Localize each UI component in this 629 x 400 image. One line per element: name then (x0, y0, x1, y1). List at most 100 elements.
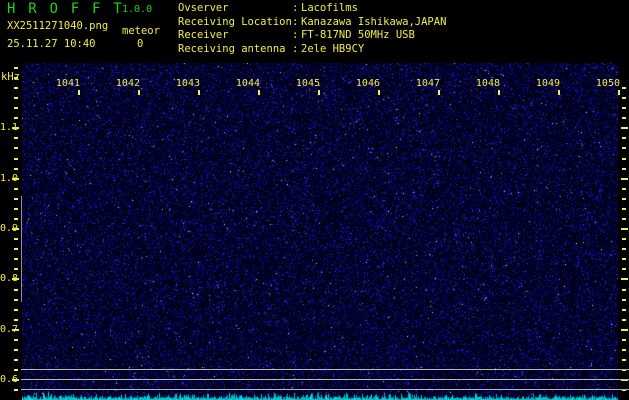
signal-marker-line (21, 196, 22, 302)
y-tick-mark (622, 147, 626, 150)
y-tick-mark (14, 137, 18, 140)
y-tick-mark (622, 258, 626, 261)
y-tick-mark (14, 157, 18, 160)
x-tick-mark (198, 90, 200, 95)
receiver-row: Receiver: FT-817ND 50MHz USB (178, 29, 446, 43)
y-tick-mark (14, 288, 18, 291)
y-tick-mark (621, 328, 628, 331)
x-tick-label: 1042 (115, 78, 140, 89)
x-tick-mark (618, 90, 620, 95)
x-tick-mark (138, 90, 140, 95)
x-tick-label: 1043 (175, 78, 200, 89)
y-tick-mark (14, 349, 18, 352)
y-tick-label: 0.6 (0, 374, 19, 386)
y-tick-label: 0.7 (0, 323, 19, 335)
y-tick-mark (621, 228, 628, 231)
x-tick-label: 1045 (295, 78, 320, 89)
x-tick-mark (78, 90, 80, 95)
y-tick-mark (14, 308, 18, 311)
y-tick-mark (621, 278, 628, 281)
y-tick-mark (622, 238, 626, 241)
x-tick-label: 1050 (595, 78, 620, 89)
y-tick-mark (621, 177, 628, 180)
y-tick-mark (622, 157, 626, 160)
x-tick-label: 1046 (355, 78, 380, 89)
reference-line (21, 389, 629, 390)
info-colon: : (292, 42, 299, 55)
y-tick-mark (14, 359, 18, 362)
x-tick-mark (558, 90, 560, 95)
reference-line (21, 369, 629, 370)
x-tick-label: 1044 (235, 78, 260, 89)
antenna-row: Receiving antenna:2ele HB9CY (178, 43, 446, 57)
x-tick-mark (438, 90, 440, 95)
datetime-label: 25.11.27 10:40 (7, 38, 96, 50)
y-tick-mark (14, 389, 18, 392)
x-tick-label: 1048 (475, 78, 500, 89)
y-tick-mark (622, 117, 626, 120)
info-colon: : (292, 15, 299, 28)
y-tick-mark (14, 167, 18, 170)
y-tick-mark (14, 66, 18, 69)
x-tick-mark (378, 90, 380, 95)
x-tick-mark (318, 90, 320, 95)
receiver-label: Receiver (178, 29, 229, 42)
y-tick-mark (14, 268, 18, 271)
spectrogram-canvas (22, 63, 618, 400)
location-label: Receiving Location (178, 15, 292, 28)
echo-count: 0 (137, 38, 144, 50)
y-tick-mark (622, 137, 626, 140)
observer-row: Ovserver: Lacofilms (178, 2, 446, 16)
mode-label: meteor (122, 25, 160, 37)
y-tick-mark (622, 197, 626, 200)
y-tick-mark (14, 207, 18, 210)
y-tick-label: 0.8 (0, 273, 19, 285)
y-tick-mark (622, 86, 626, 89)
y-tick-mark (622, 308, 626, 311)
reference-line (21, 379, 629, 380)
y-tick-mark (622, 248, 626, 251)
location-value: Kanazawa Ishikawa,JAPAN (301, 15, 447, 28)
output-filename: XX2511271040.png (7, 20, 109, 32)
info-colon: : (292, 2, 299, 14)
y-tick-mark (622, 218, 626, 220)
y-tick-label: 1.1 (0, 122, 19, 134)
y-tick-mark (622, 298, 626, 301)
y-tick-mark (14, 97, 18, 100)
y-tick-mark (622, 288, 626, 291)
y-tick-mark (14, 258, 18, 261)
y-tick-mark (14, 147, 18, 150)
antenna-value: 2ele HB9CY (301, 42, 365, 55)
y-tick-mark (622, 349, 626, 352)
y-tick-mark (622, 318, 626, 321)
y-tick-mark (14, 298, 18, 301)
x-tick-label: 1041 (55, 78, 80, 89)
y-tick-mark (14, 76, 18, 79)
y-tick-mark (622, 107, 626, 110)
x-tick-mark (498, 90, 500, 95)
location-row: Receiving Location: Kanazawa Ishikawa,JAP… (178, 16, 446, 30)
y-tick-mark (622, 187, 626, 190)
y-tick-mark (14, 86, 18, 89)
y-tick-mark (14, 117, 18, 120)
station-info: Ovserver: Lacofilms Receiving Location: Ka… (178, 2, 446, 56)
x-tick-mark (258, 90, 260, 95)
y-tick-mark (622, 207, 626, 210)
receiver-value: FT-817ND 50MHz USB (301, 29, 415, 42)
observer-label: Ovserver (178, 2, 229, 14)
x-tick-label: 1047 (415, 78, 440, 89)
info-colon: : (292, 29, 299, 42)
antenna-label: Receiving antenna (178, 42, 286, 55)
y-tick-mark (622, 359, 626, 362)
y-tick-mark (622, 167, 626, 170)
y-tick-mark (14, 187, 18, 190)
x-tick-label: 1049 (535, 78, 560, 89)
y-tick-mark (14, 248, 18, 251)
y-tick-mark (622, 338, 626, 341)
y-tick-mark (622, 97, 626, 100)
y-tick-mark (14, 197, 18, 200)
y-tick-mark (14, 218, 18, 220)
app-title: H R O F F T (7, 1, 124, 17)
y-tick-label: 1.0 (0, 172, 19, 184)
y-tick-mark (14, 107, 18, 110)
